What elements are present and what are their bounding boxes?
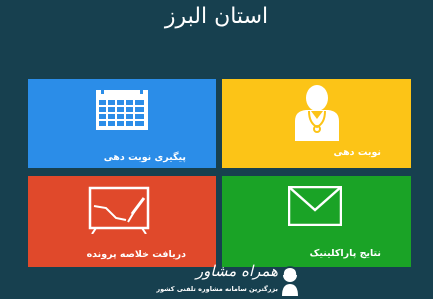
tile-label: دریافت خلاصه پرونده (86, 249, 186, 260)
brand-logo: همراه مشاور بزرگترین سامانه مشاوره تلفنی… (156, 262, 300, 299)
tile-paraclinic-results[interactable]: نتایج پاراکلینیک (222, 176, 411, 267)
tile-label: پیگیری نوبت دهی (103, 152, 186, 163)
calendar-icon (96, 87, 148, 130)
whiteboard-chart-icon (88, 186, 150, 234)
tile-label: نوبت دهی (333, 147, 381, 158)
tile-label: نتایج پاراکلینیک (309, 248, 381, 259)
tile-appointment-tracking[interactable]: پیگیری نوبت دهی (28, 79, 216, 168)
brand-name: همراه مشاور (195, 262, 278, 280)
headset-logo-icon (282, 266, 298, 296)
page-title: استان البرز (164, 4, 269, 29)
tile-file-summary[interactable]: دریافت خلاصه پرونده (28, 176, 216, 267)
doctor-icon (295, 85, 339, 141)
tile-appointment[interactable]: نوبت دهی (222, 79, 411, 168)
envelope-icon (288, 186, 342, 226)
brand-tagline: بزرگترین سامانه مشاوره تلفنی کشور (156, 285, 278, 293)
